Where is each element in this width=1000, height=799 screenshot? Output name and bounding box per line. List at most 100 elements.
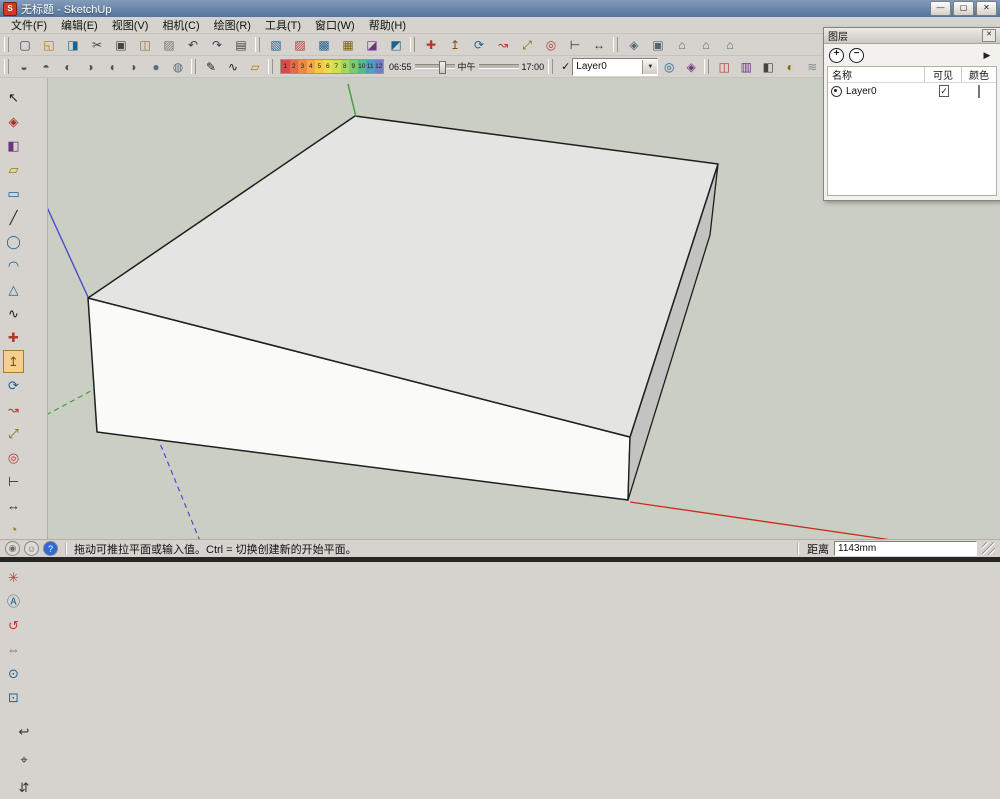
month-cell[interactable]: 10 [358, 60, 367, 73]
solid-union-icon[interactable]: ◐ [58, 57, 78, 77]
title-bar[interactable]: S 无标题 - SketchUp — ▢ ✕ [0, 0, 1000, 17]
layer-row[interactable]: Layer0 ✓ [828, 83, 996, 100]
dimension-icon[interactable]: ↔ [3, 494, 24, 517]
zoom-extents-icon[interactable]: ⊡ [3, 686, 24, 709]
menu-item[interactable]: 编辑(E) [54, 16, 105, 34]
solid-split-icon[interactable]: ◗ [124, 57, 144, 77]
paste-icon[interactable]: ◫ [134, 35, 156, 55]
new-icon[interactable]: ▢ [14, 35, 36, 55]
erase-icon[interactable]: ▨ [158, 35, 180, 55]
menu-item[interactable]: 帮助(H) [362, 16, 413, 34]
shadow-date-slider[interactable]: 1 2 3 4 5 6 7 8 9 10 11 12 [280, 59, 384, 74]
eraser-icon[interactable]: ▱ [3, 158, 24, 181]
freehand-icon[interactable]: ∿ [223, 57, 243, 77]
menu-item[interactable]: 视图(V) [105, 16, 156, 34]
month-cell[interactable]: 2 [290, 60, 299, 73]
walk-tool-icon[interactable]: ⇵ [14, 776, 35, 799]
month-cell[interactable]: 5 [315, 60, 324, 73]
axis-green[interactable] [348, 84, 356, 117]
geolocation-icon[interactable]: ◉ [5, 541, 20, 556]
redo-icon[interactable]: ↷ [206, 35, 228, 55]
offset-tool-icon[interactable]: ◎ [540, 35, 562, 55]
eraser-icon[interactable]: ▱ [245, 57, 265, 77]
solid-trim-icon[interactable]: ◖ [102, 57, 122, 77]
solid-subtract-icon[interactable]: ◑ [80, 57, 100, 77]
soften-edges-icon[interactable]: ◩ [385, 35, 407, 55]
toolbar-grip[interactable] [268, 59, 273, 74]
month-cell[interactable]: 12 [375, 60, 384, 73]
solid-intersect-icon[interactable]: ◓ [36, 57, 56, 77]
tape-measure-icon[interactable]: ⊢ [3, 470, 24, 493]
previous-view-icon[interactable]: ↩ [14, 720, 35, 743]
layer-details-button[interactable]: ▶ [979, 49, 995, 63]
outer-shell-icon[interactable]: ◒ [14, 57, 34, 77]
current-layer-radio[interactable] [831, 86, 842, 97]
month-cell[interactable]: 1 [281, 60, 290, 73]
menu-item[interactable]: 绘图(R) [207, 16, 258, 34]
credits-icon[interactable]: ☺ [24, 541, 39, 556]
column-header-color[interactable]: 颜色 [962, 67, 996, 82]
push-pull-tool-icon[interactable]: ↥ [3, 350, 24, 373]
toolbar-grip[interactable] [191, 59, 196, 74]
rectangle-tool-icon[interactable]: ▭ [3, 182, 24, 205]
shadows-toggle-icon[interactable]: ◐ [780, 57, 800, 77]
push-pull-tool-icon[interactable]: ↥ [444, 35, 466, 55]
month-cell[interactable]: 6 [324, 60, 333, 73]
scale-tool-icon[interactable]: ⤢ [3, 422, 24, 445]
menu-item[interactable]: 工具(T) [258, 16, 308, 34]
month-cell[interactable]: 8 [341, 60, 350, 73]
circle-tool-icon[interactable]: ◯ [3, 230, 24, 253]
layers-panel-titlebar[interactable]: 图层 ✕ [824, 28, 1000, 44]
freehand-tool-icon[interactable]: ∿ [3, 302, 24, 325]
orbit-tool-icon[interactable]: ↺ [3, 614, 24, 637]
arc-tool-icon[interactable]: ◠ [3, 254, 24, 277]
undo-icon[interactable]: ↶ [182, 35, 204, 55]
fog-icon[interactable]: ≋ [802, 57, 822, 77]
pan-tool-icon[interactable]: ⇔ [3, 638, 24, 661]
3d-text-icon[interactable]: Ⓐ [3, 590, 24, 613]
menu-item[interactable]: 相机(C) [155, 16, 206, 34]
right-view-icon[interactable]: ⌂ [695, 35, 717, 55]
layer-color-swatch[interactable] [978, 85, 980, 98]
menu-item[interactable]: 窗口(W) [308, 16, 362, 34]
polygon-tool-icon[interactable]: △ [3, 278, 24, 301]
move-tool-icon[interactable]: ✚ [3, 326, 24, 349]
select-tool-icon[interactable]: ↖ [3, 86, 24, 109]
rotate-tool-icon[interactable]: ⟳ [3, 374, 24, 397]
chevron-down-icon[interactable]: ▼ [642, 60, 657, 74]
time-slider-track[interactable] [415, 64, 455, 69]
scale-tool-icon[interactable]: ⤢ [516, 35, 538, 55]
move-tool-icon[interactable]: ✚ [420, 35, 442, 55]
toolbar-grip[interactable] [4, 59, 9, 74]
resize-grip[interactable] [982, 542, 995, 555]
top-view-icon[interactable]: ▣ [647, 35, 669, 55]
follow-me-tool-icon[interactable]: ↝ [3, 398, 24, 421]
print-icon[interactable]: ▤ [230, 35, 252, 55]
section-plane-icon[interactable]: ◫ [714, 57, 734, 77]
menu-item[interactable]: 文件(F) [4, 16, 54, 34]
solid-sphere-icon[interactable]: ● [146, 57, 166, 77]
month-cell[interactable]: 4 [307, 60, 316, 73]
toolbar-grip[interactable] [613, 37, 618, 52]
tape-measure-icon[interactable]: ⊢ [564, 35, 586, 55]
offset-tool-icon[interactable]: ◎ [3, 446, 24, 469]
front-view-icon[interactable]: ⌂ [671, 35, 693, 55]
toolbar-grip[interactable] [4, 37, 9, 52]
add-layer-button[interactable]: + [829, 48, 844, 63]
make-group-icon[interactable]: ▨ [289, 35, 311, 55]
layer-manager-icon[interactable]: ◎ [659, 57, 679, 77]
month-cell[interactable]: 7 [332, 60, 341, 73]
minimize-button[interactable]: — [930, 1, 951, 16]
help-icon[interactable]: ? [43, 541, 58, 556]
toolbar-grip[interactable] [255, 37, 260, 52]
time-slider-thumb[interactable] [439, 61, 446, 74]
layer-dropdown[interactable]: Layer0 ▼ [572, 58, 658, 76]
measurement-input[interactable]: 1143mm [834, 541, 977, 556]
column-header-visible[interactable]: 可见 [925, 67, 962, 82]
solid-shell-icon[interactable]: ◍ [168, 57, 188, 77]
open-icon[interactable]: ◱ [38, 35, 60, 55]
zoom-tool-icon[interactable]: ⊙ [3, 662, 24, 685]
intersect-icon[interactable]: ◪ [361, 35, 383, 55]
toolbar-grip[interactable] [704, 59, 709, 74]
month-cell[interactable]: 3 [298, 60, 307, 73]
